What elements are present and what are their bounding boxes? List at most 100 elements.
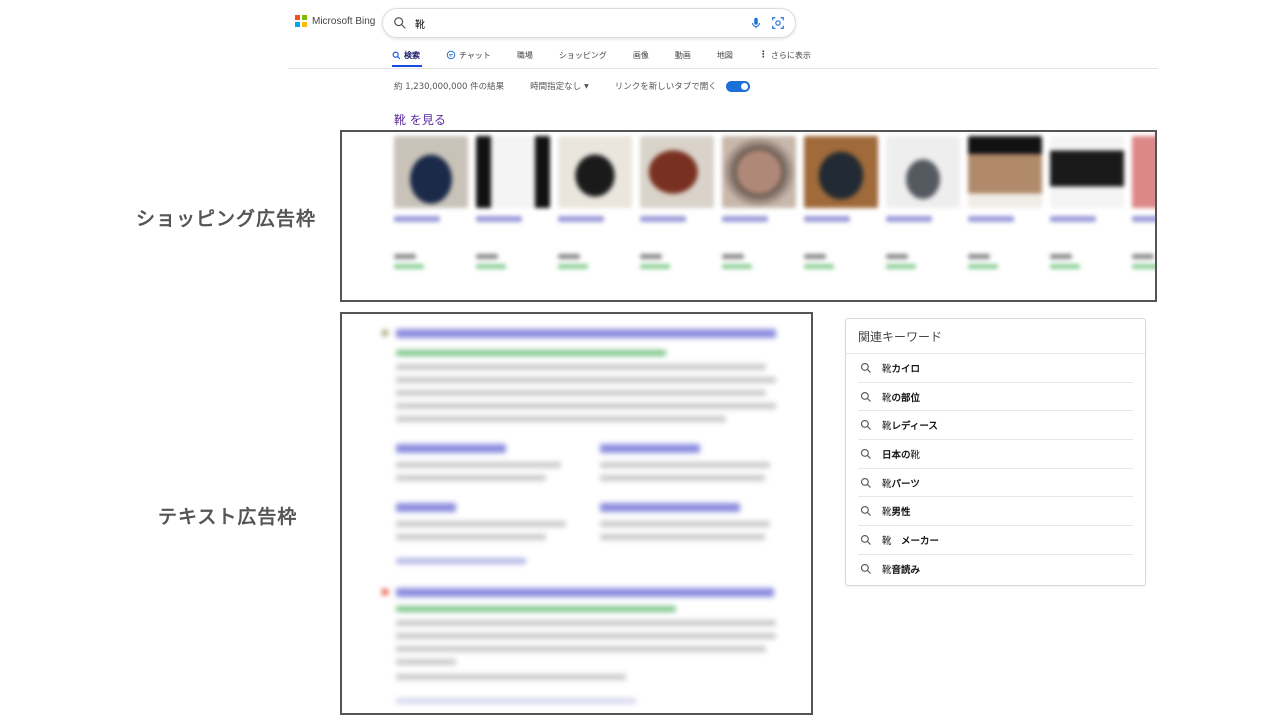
ad-title[interactable]: [396, 588, 774, 597]
search-icon: [860, 534, 871, 545]
product-image: [968, 136, 1042, 208]
new-tab-setting: リンクを新しいタブで開く: [615, 80, 750, 92]
product-title: [476, 216, 522, 222]
bing-logo[interactable]: Microsoft Bing: [295, 15, 375, 27]
product-price: [640, 254, 662, 259]
time-filter-dropdown[interactable]: 時間指定なし ▼: [530, 80, 589, 92]
related-keyword-item[interactable]: 日本の靴: [858, 440, 1133, 469]
product-image: [476, 136, 550, 208]
ad-url: [396, 606, 676, 612]
tab-more[interactable]: ⋮ さらに表示: [759, 46, 811, 64]
search-input[interactable]: [415, 17, 741, 29]
related-keyword-item[interactable]: 靴 レディース: [858, 411, 1133, 441]
keyword-suggestion: レディース: [891, 421, 938, 433]
tab-images[interactable]: 画像: [633, 46, 649, 64]
product-store: [1132, 264, 1155, 269]
product-title: [1132, 216, 1155, 222]
keyword-query: 靴: [882, 535, 892, 547]
product-title: [558, 216, 604, 222]
product-card[interactable]: [476, 136, 550, 296]
tab-label: 画像: [632, 50, 649, 60]
sitelink-text: [396, 534, 546, 540]
product-image: [886, 136, 960, 208]
ad-favicon: [382, 330, 388, 336]
tab-videos[interactable]: 動画: [675, 46, 691, 64]
product-card[interactable]: [558, 136, 632, 296]
new-tab-label: リンクを新しいタブで開く: [614, 82, 717, 92]
text-ad-label: テキスト広告枠: [158, 506, 298, 528]
product-card[interactable]: [1050, 136, 1124, 296]
search-icon: [860, 362, 871, 373]
product-card[interactable]: [1132, 136, 1155, 296]
keyword-suggestion: パーツ: [891, 478, 920, 490]
sitelink[interactable]: [396, 444, 506, 453]
caret-down-icon: ▼: [584, 82, 589, 90]
product-store: [476, 264, 506, 269]
product-title: [1050, 216, 1096, 222]
search-bar[interactable]: [382, 8, 796, 38]
product-title: [886, 216, 932, 222]
product-store: [804, 264, 834, 269]
sitelink[interactable]: [600, 444, 700, 453]
tab-search[interactable]: 検索: [392, 46, 422, 67]
logo-text: Microsoft Bing: [312, 15, 376, 27]
product-card[interactable]: [394, 136, 468, 296]
product-price: [886, 254, 908, 259]
ad-title[interactable]: [396, 329, 776, 338]
related-keyword-item[interactable]: 靴 メーカー: [858, 526, 1133, 555]
text-ad-frame: [340, 312, 813, 715]
tab-label: チャット: [459, 50, 491, 60]
search-icon: [392, 51, 401, 59]
product-image: [558, 136, 632, 208]
product-image: [1132, 136, 1155, 208]
product-card[interactable]: [886, 136, 960, 296]
search-icon: [860, 564, 871, 575]
related-keyword-item[interactable]: 靴 カイロ: [858, 354, 1133, 383]
tab-maps[interactable]: 地図: [717, 46, 733, 64]
keyword-query: 靴: [882, 478, 892, 490]
search-icon: [860, 506, 871, 517]
ad-text: [396, 620, 776, 626]
related-keyword-item[interactable]: 靴 パーツ: [858, 469, 1133, 498]
product-image: [394, 136, 468, 208]
product-price: [476, 254, 498, 259]
chat-icon: [446, 50, 456, 60]
ad-text: [396, 646, 766, 652]
related-keyword-item[interactable]: 靴 音読み: [858, 555, 1133, 584]
sitelink-text: [600, 521, 770, 527]
product-title: [968, 216, 1014, 222]
product-price: [558, 254, 580, 259]
product-title: [722, 216, 768, 222]
more-results-link[interactable]: [396, 558, 526, 564]
product-price: [1132, 254, 1154, 259]
product-card[interactable]: [968, 136, 1042, 296]
header-divider: [288, 68, 1158, 69]
sitelink[interactable]: [600, 503, 740, 512]
visual-search-icon[interactable]: [771, 16, 785, 30]
product-card[interactable]: [640, 136, 714, 296]
product-card[interactable]: [722, 136, 796, 296]
tab-work[interactable]: 職場: [517, 46, 533, 64]
product-card[interactable]: [804, 136, 878, 296]
ad-url: [396, 350, 666, 356]
sitelink[interactable]: [396, 503, 456, 512]
keyword-query: 靴: [882, 421, 892, 433]
microsoft-logo-icon: [295, 15, 307, 27]
microphone-icon[interactable]: [749, 16, 763, 30]
product-store: [968, 264, 998, 269]
related-keywords-panel: 関連キーワード 靴 カイロ靴の部位靴 レディース 日本の靴靴 パーツ靴 男性靴 メ…: [845, 318, 1146, 586]
tab-shopping[interactable]: ショッピング: [559, 46, 607, 64]
related-keyword-item[interactable]: 靴 男性: [858, 497, 1133, 527]
product-store: [886, 264, 916, 269]
shopping-ad-label: ショッピング広告枠: [136, 208, 317, 230]
ad-text: [396, 659, 456, 665]
see-more-link[interactable]: 靴 を見る: [394, 111, 446, 128]
tab-chat[interactable]: チャット: [446, 46, 491, 64]
tab-label: 検索: [404, 50, 420, 60]
shopping-ad-frame: [340, 130, 1157, 302]
more-vertical-icon: ⋮: [758, 50, 768, 60]
new-tab-toggle[interactable]: [725, 80, 750, 92]
related-keyword-item[interactable]: 靴の部位: [858, 383, 1133, 412]
related-keywords-list: 靴 カイロ靴の部位靴 レディース 日本の靴靴 パーツ靴 男性靴 メーカー靴 音読み: [846, 354, 1145, 584]
product-store: [558, 264, 588, 269]
